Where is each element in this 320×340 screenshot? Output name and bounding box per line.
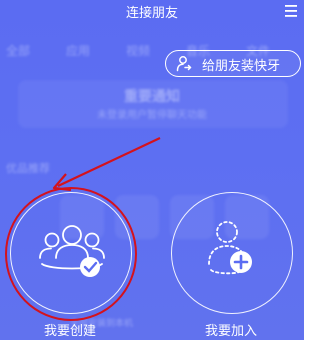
menu-icon[interactable]: [285, 3, 297, 17]
background-banner-title: 重要通知: [124, 89, 180, 105]
add-user-icon: [205, 218, 259, 286]
install-for-friend-label: 给朋友装快牙: [202, 59, 281, 74]
join-group-button[interactable]: 我要加入: [171, 192, 295, 339]
background-tab: 视频: [126, 44, 151, 58]
background-tab: 全部: [6, 44, 31, 58]
connect-friends-screen: 全部 应用 视频 音乐 文件 重要通知 未登录用户暂停聊天功能 优品推荐 全部安…: [0, 0, 304, 340]
create-label: 我要创建: [43, 324, 96, 339]
background-section-title: 优品推荐: [6, 162, 50, 175]
user-swap-icon: [175, 55, 192, 72]
highlight-circle: [5, 187, 137, 321]
background-tab: 应用: [66, 44, 91, 58]
install-for-friend-button[interactable]: 给朋友装快牙: [165, 50, 301, 77]
join-label: 我要加入: [204, 324, 257, 339]
page-title: 连接朋友: [125, 6, 178, 21]
background-banner-subtitle: 未登录用户暂停聊天功能: [97, 110, 207, 121]
